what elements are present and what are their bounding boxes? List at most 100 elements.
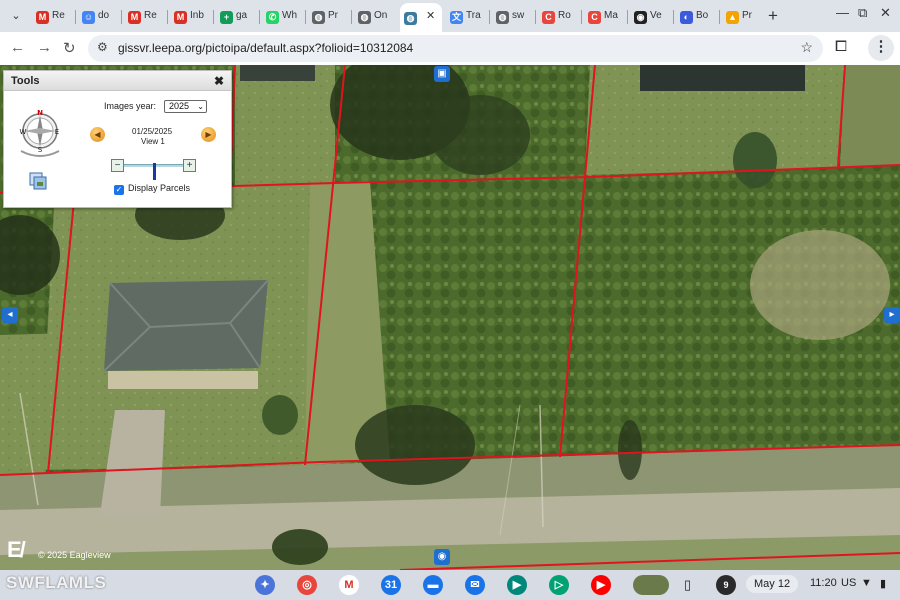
date-chip[interactable]: May 12 xyxy=(746,575,799,593)
tab-separator xyxy=(259,10,260,24)
tab-separator xyxy=(351,10,352,24)
compass-icon[interactable]: N E S W xyxy=(15,107,65,159)
bookmark-star-icon[interactable]: ☆ xyxy=(800,39,813,56)
smile-icon: ☺ xyxy=(82,11,95,24)
meet-icon[interactable]: ▶ xyxy=(507,575,527,595)
battery-icon[interactable]: ▮ xyxy=(880,577,886,590)
tab[interactable]: + ga xyxy=(216,4,256,28)
tab[interactable]: C Ma xyxy=(584,4,624,28)
close-window-icon[interactable]: ✕ xyxy=(880,5,891,21)
system-shelf: ✦ ◎ M 31 ▬ ✉ ▶ ▷ ▶ ▯ 9 May 12 11:20 US ▼ ▮ xyxy=(0,570,900,600)
tab[interactable]: M Re xyxy=(124,4,164,28)
files-icon[interactable]: ▬ xyxy=(423,575,443,595)
tab[interactable]: 文 Tra xyxy=(446,4,486,28)
notification-badge[interactable]: 9 xyxy=(716,575,736,595)
minimize-icon[interactable]: — xyxy=(836,5,849,20)
compass-letter-w: W xyxy=(20,128,27,136)
address-bar[interactable]: ⚙ gissvr.leepa.org/pictoipa/default.aspx… xyxy=(88,35,823,62)
tab-separator xyxy=(121,10,122,24)
gmail-icon[interactable]: M xyxy=(339,575,359,595)
tab-separator xyxy=(167,10,168,24)
tab-separator xyxy=(627,10,628,24)
tab-search-icon[interactable]: ⌄ xyxy=(6,6,26,26)
chrome-icon[interactable]: ◎ xyxy=(297,575,317,595)
tab-label: sw xyxy=(512,10,525,21)
tab[interactable]: M Inb xyxy=(170,4,210,28)
gemini-icon[interactable]: ✦ xyxy=(255,575,275,595)
globe-icon: ◍ xyxy=(358,11,371,24)
tab-label: Inb xyxy=(190,10,204,21)
tab[interactable]: ▲ Pr xyxy=(722,4,762,28)
tab[interactable]: M Re xyxy=(32,4,72,28)
zoom-out-button[interactable]: − xyxy=(111,159,124,172)
tab-label: Wh xyxy=(282,10,297,21)
close-tab-icon[interactable]: ✕ xyxy=(426,10,435,22)
camera-marker-north[interactable]: ▣ xyxy=(434,66,450,82)
window-thumbnail[interactable] xyxy=(633,575,669,595)
camera-marker-south[interactable]: ◉ xyxy=(434,549,450,565)
layers-icon[interactable] xyxy=(29,172,47,190)
c-icon: C xyxy=(588,11,601,24)
browser-menu-icon[interactable]: ⋮ xyxy=(868,35,894,61)
tab-separator xyxy=(489,10,490,24)
messages-icon[interactable]: ✉ xyxy=(465,575,485,595)
swirl-icon: ◐ xyxy=(680,11,693,24)
play-store-icon[interactable]: ▷ xyxy=(549,575,569,595)
tab[interactable]: ◐ Bo xyxy=(676,4,716,28)
youtube-icon[interactable]: ▶ xyxy=(591,575,611,595)
globe-icon: ◍ xyxy=(496,11,509,24)
display-parcels-checkbox[interactable]: ✓ xyxy=(114,185,124,195)
wifi-icon[interactable]: ▼ xyxy=(861,577,872,589)
new-tab-button[interactable]: + xyxy=(768,6,778,26)
camera-marker-west[interactable]: ◂ xyxy=(2,307,18,323)
zoom-thumb[interactable] xyxy=(153,163,156,180)
back-icon[interactable]: ← xyxy=(10,39,25,56)
locale-indicator[interactable]: US xyxy=(841,577,856,589)
tab-label: Ve xyxy=(650,10,662,21)
globe-icon: ◍ xyxy=(312,11,325,24)
tab-label: Pr xyxy=(742,10,752,21)
tab-label: On xyxy=(374,10,388,21)
tab-strip: ⌄ M Re ☺ do M Re M Inb + ga ✆ Wh ◍ Pr ◍ On ◍ ✕ 文 Tra ◍ sw C Ro C… xyxy=(0,0,900,32)
phone-hub-icon[interactable]: ▯ xyxy=(684,577,691,593)
calendar-icon[interactable]: 31 xyxy=(381,575,401,595)
tab[interactable]: ✆ Wh xyxy=(262,4,302,28)
tab-separator xyxy=(305,10,306,24)
tab[interactable]: ◉ Ve xyxy=(630,4,670,28)
zoom-track[interactable] xyxy=(124,163,183,180)
clock[interactable]: 11:20 xyxy=(810,577,837,589)
tab-label: Pr xyxy=(328,10,338,21)
url-text[interactable]: gissvr.leepa.org/pictoipa/default.aspx?f… xyxy=(118,41,413,55)
tab-label: Tra xyxy=(466,10,481,21)
close-icon[interactable]: ✖ xyxy=(214,74,224,88)
tab[interactable]: ☺ do xyxy=(78,4,118,28)
translate-icon: 文 xyxy=(450,11,463,24)
gmail-icon: M xyxy=(36,11,49,24)
tab[interactable]: ◍ Pr xyxy=(308,4,348,28)
extensions-icon[interactable]: ⧠ xyxy=(835,38,847,55)
images-year-select[interactable]: 2025 ⌄ xyxy=(164,100,207,113)
tab[interactable]: ◍ On xyxy=(354,4,394,28)
forward-icon[interactable]: → xyxy=(37,39,52,56)
tab-separator xyxy=(535,10,536,24)
tab-label: Re xyxy=(52,10,65,21)
zoom-slider[interactable]: − + xyxy=(111,159,196,180)
tab[interactable]: ◍ sw xyxy=(492,4,532,28)
compass-letter-n: N xyxy=(37,109,43,117)
tools-header[interactable]: Tools ✖ xyxy=(4,71,231,91)
sheets-plus-icon: + xyxy=(220,11,233,24)
tab[interactable]: C Ro xyxy=(538,4,578,28)
site-info-icon[interactable]: ⚙ xyxy=(97,40,108,54)
camera-marker-east[interactable]: ▸ xyxy=(884,307,900,323)
chevron-down-icon: ⌄ xyxy=(197,102,204,111)
restore-icon[interactable]: ⧉ xyxy=(858,5,867,21)
tab-separator xyxy=(581,10,582,24)
next-image-button[interactable]: ▶ xyxy=(201,127,216,142)
gmail-icon: M xyxy=(128,11,141,24)
tab-active[interactable]: ◍ ✕ xyxy=(400,3,442,32)
display-parcels-toggle[interactable]: ✓ Display Parcels xyxy=(114,183,190,195)
previous-image-button[interactable]: ◀ xyxy=(90,127,105,142)
c-icon: C xyxy=(542,11,555,24)
reload-icon[interactable]: ↻ xyxy=(63,39,76,57)
zoom-in-button[interactable]: + xyxy=(183,159,196,172)
